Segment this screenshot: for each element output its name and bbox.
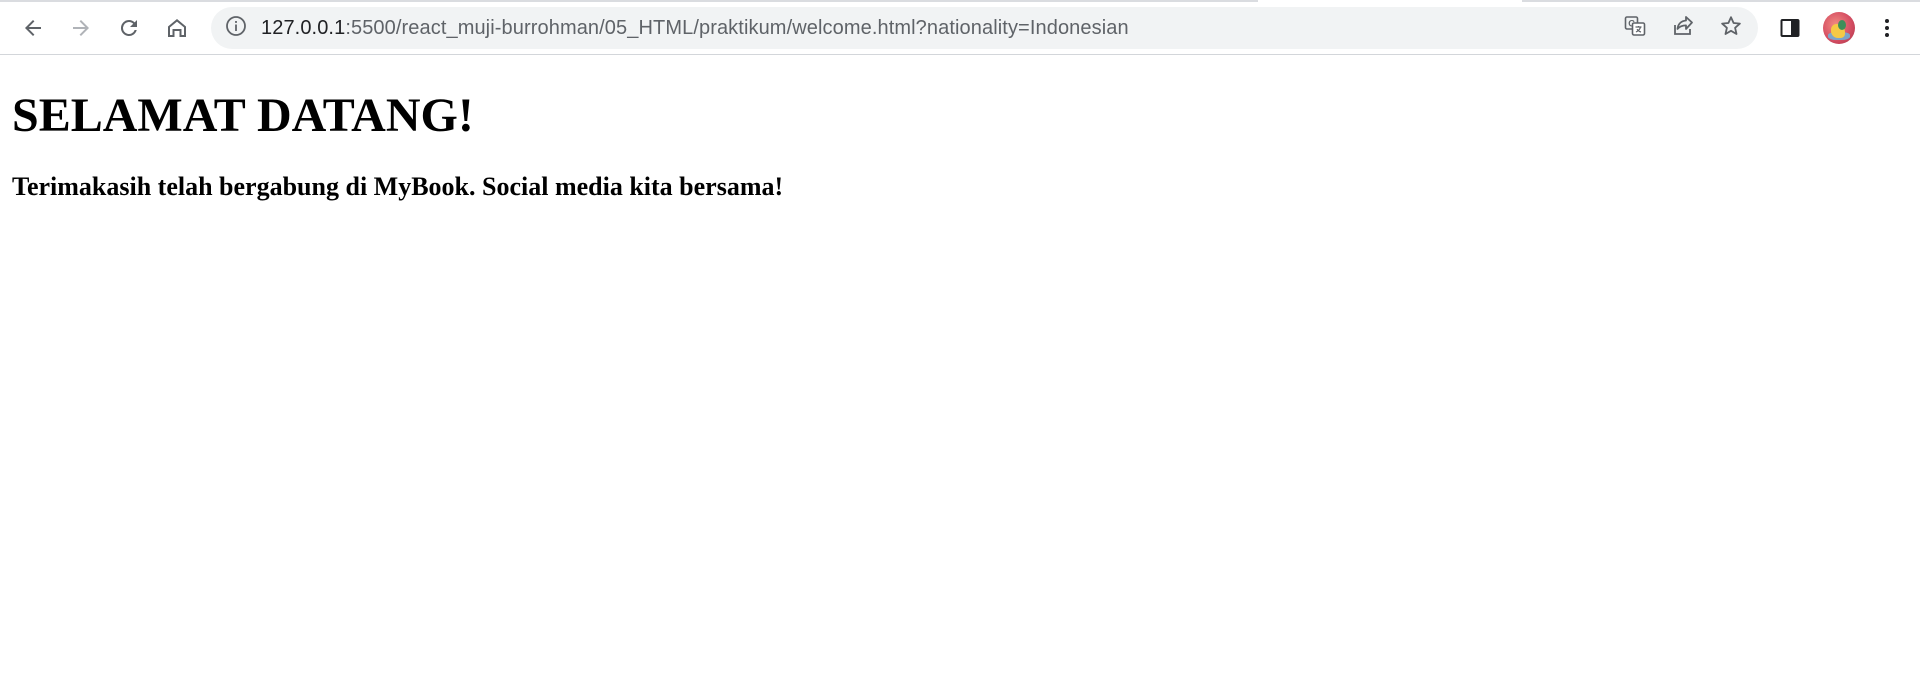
page-heading: SELAMAT DATANG! — [12, 89, 474, 142]
side-panel-button[interactable] — [1771, 9, 1809, 47]
info-icon — [225, 15, 247, 42]
share-icon — [1671, 14, 1695, 43]
arrow-right-icon — [69, 16, 93, 40]
url-host: 127.0.0.1 — [261, 17, 346, 39]
home-icon — [165, 16, 189, 40]
back-button[interactable] — [14, 9, 52, 47]
share-button[interactable] — [1670, 14, 1696, 43]
profile-avatar[interactable] — [1823, 12, 1855, 44]
reload-button[interactable] — [110, 9, 148, 47]
arrow-left-icon — [21, 16, 45, 40]
translate-icon: G — [1623, 14, 1647, 43]
tab-strip-edge — [0, 0, 1258, 2]
side-panel-icon — [1778, 16, 1802, 40]
page-content: SELAMAT DATANG! Terimakasih telah bergab… — [0, 89, 1920, 203]
avatar-art — [1838, 20, 1846, 30]
address-bar[interactable]: 127.0.0.1:5500/react_muji-burrohman/05_H… — [211, 7, 1758, 49]
browser-toolbar: 127.0.0.1:5500/react_muji-burrohman/05_H… — [0, 0, 1920, 55]
star-icon — [1719, 14, 1743, 43]
translate-button[interactable]: G — [1622, 14, 1648, 43]
reload-icon — [117, 16, 141, 40]
forward-button[interactable] — [62, 9, 100, 47]
bookmark-button[interactable] — [1718, 14, 1744, 43]
menu-button[interactable] — [1868, 9, 1906, 47]
kebab-menu-icon — [1875, 16, 1899, 40]
home-button[interactable] — [158, 9, 196, 47]
page-subheading: Terimakasih telah bergabung di MyBook. S… — [12, 172, 784, 201]
url-text[interactable]: 127.0.0.1:5500/react_muji-burrohman/05_H… — [261, 7, 1129, 49]
url-path: :5500/react_muji-burrohman/05_HTML/prakt… — [345, 17, 1129, 39]
site-info-button[interactable] — [225, 15, 247, 42]
tab-strip-edge — [1522, 0, 1920, 2]
